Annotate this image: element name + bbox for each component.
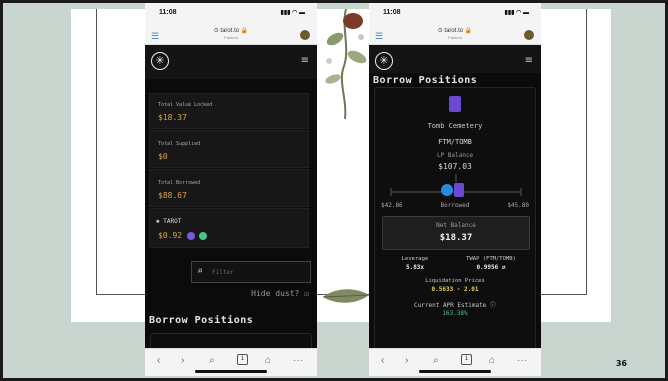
filter-placeholder: Filter — [212, 269, 234, 276]
slide-number: 36 — [615, 359, 627, 368]
filter-input[interactable]: ⌕ Filter — [191, 261, 311, 283]
status-time: 11:08 — [159, 9, 177, 16]
leverage-value: 5.83x — [405, 264, 425, 271]
phone-screenshot-borrow-position: 11:08 ▮▮▮ ◠ ▬ ☰ ⊙ tarot.to 🔒 Fantom ✳ ≡ … — [369, 3, 541, 376]
chart-link-icon[interactable] — [199, 232, 207, 240]
search-icon: ⌕ — [197, 266, 204, 277]
tarot-logo-icon[interactable]: ✳ — [375, 52, 393, 70]
dashboard-content: Total Value Locked $18.37 Total Supplied… — [145, 79, 317, 353]
tarot-price: $0.92 — [158, 231, 183, 240]
liquidation-prices-value: 0.5633 - 2.01 — [431, 286, 479, 293]
forward-icon[interactable]: › — [181, 355, 184, 366]
site-favicon-icon — [524, 30, 534, 40]
twap-value[interactable]: 0.9956 ⇄ — [451, 264, 531, 271]
url-domain[interactable]: ⊙ tarot.to 🔒 — [145, 27, 317, 34]
tomb-token-icon — [449, 96, 461, 112]
wallet-add-token-icon[interactable] — [187, 232, 195, 240]
forward-icon[interactable]: › — [405, 355, 408, 366]
pool-name: Tomb Cemetery — [427, 122, 483, 130]
status-bar: 11:08 ▮▮▮ ◠ ▬ — [369, 3, 541, 25]
home-icon[interactable]: ⌂ — [489, 355, 495, 366]
url-domain[interactable]: ⊙ tarot.to 🔒 — [369, 27, 541, 34]
browser-url-bar[interactable]: ☰ ⊙ tarot.to 🔒 Fantom — [145, 25, 317, 45]
home-indicator — [195, 370, 267, 373]
stat-label: Total Borrowed — [158, 180, 201, 186]
hamburger-menu-icon[interactable]: ≡ — [301, 55, 309, 66]
browser-url-bar[interactable]: ☰ ⊙ tarot.to 🔒 Fantom — [369, 25, 541, 45]
tarot-token-icon: ✺ — [156, 218, 160, 225]
hamburger-menu-icon[interactable]: ≡ — [525, 55, 533, 66]
back-icon[interactable]: ‹ — [381, 355, 384, 366]
borrow-positions-content: Borrow Positions Tomb Cemetery FTM/TOMB … — [369, 73, 541, 367]
status-icons: ▮▮▮ ◠ ▬ — [504, 10, 529, 16]
ftm-token-icon — [441, 184, 453, 196]
liquidation-prices-label: Liquidation Prices — [425, 278, 485, 284]
leaf-decoration — [322, 289, 370, 303]
borrow-position-card[interactable]: Tomb Cemetery FTM/TOMB LP Balance $107.0… — [374, 87, 536, 367]
pool-pair: FTM/TOMB — [438, 138, 472, 146]
apr-value: 163.38% — [442, 310, 468, 317]
tarot-token-label: TAROT — [163, 218, 182, 225]
tabs-button[interactable]: 1 — [461, 354, 472, 365]
hide-dust-toggle[interactable]: Hide dust? ☑ — [251, 289, 309, 298]
lp-balance-label: LP Balance — [436, 152, 474, 159]
borrowed-row: $42.86 Borrowed $45.80 — [381, 202, 529, 209]
search-icon[interactable]: ⌕ — [209, 355, 215, 366]
url-subtitle: Fantom — [448, 35, 462, 40]
apr-label: Current APR Estimate — [414, 302, 487, 309]
net-balance-label: Net Balance — [436, 222, 476, 229]
borrowed-tomb-value: $45.80 — [507, 202, 529, 209]
tarot-logo-icon[interactable]: ✳ — [151, 52, 169, 70]
browser-toolbar: ‹ › ⌕ 1 ⌂ ··· — [369, 348, 541, 376]
search-icon[interactable]: ⌕ — [433, 355, 439, 366]
site-favicon-icon — [300, 30, 310, 40]
home-indicator — [419, 370, 491, 373]
back-icon[interactable]: ‹ — [157, 355, 160, 366]
borrow-positions-title: Borrow Positions — [373, 75, 478, 86]
url-subtitle: Fantom — [224, 35, 238, 40]
status-bar: 11:08 ▮▮▮ ◠ ▬ — [145, 3, 317, 25]
status-icons: ▮▮▮ ◠ ▬ — [280, 10, 305, 16]
stat-value: $18.37 — [158, 113, 187, 122]
botanical-decoration — [325, 9, 367, 119]
borrow-positions-title: Borrow Positions — [149, 315, 254, 326]
stat-label: Total Supplied — [158, 141, 201, 147]
app-header: ✳ ≡ — [145, 45, 317, 79]
stat-label: Total Value Locked — [158, 102, 213, 108]
status-time: 11:08 — [383, 9, 401, 16]
phone-screenshot-dashboard: 11:08 ▮▮▮ ◠ ▬ ☰ ⊙ tarot.to 🔒 Fantom ✳ ≡ … — [145, 3, 317, 376]
browser-toolbar: ‹ › ⌕ 1 ⌂ ··· — [145, 348, 317, 376]
twap-label: TWAP (FTM/TOMB) — [466, 256, 516, 262]
info-icon[interactable]: ⓘ — [490, 302, 496, 309]
tabs-button[interactable]: 1 — [237, 354, 248, 365]
lp-balance-value: $107.03 — [438, 162, 472, 171]
checkbox-icon[interactable]: ☑ — [304, 289, 309, 298]
apr-estimate-row: Current APR Estimate ⓘ — [375, 300, 535, 309]
hide-dust-label: Hide dust? — [251, 289, 300, 298]
stat-card-borrowed: Total Borrowed $88.67 — [149, 169, 309, 207]
stat-card-supplied: Total Supplied $0 — [149, 130, 309, 168]
net-balance-box: Net Balance $18.37 — [382, 216, 530, 250]
more-icon[interactable]: ··· — [293, 355, 303, 366]
more-icon[interactable]: ··· — [517, 355, 527, 366]
home-icon[interactable]: ⌂ — [265, 355, 271, 366]
leverage-label: Leverage — [401, 256, 429, 262]
stat-value: $88.67 — [158, 191, 187, 200]
stat-card-tarot: ✺ TAROT $0.92 — [149, 208, 309, 248]
tomb-token-icon — [454, 183, 464, 197]
slide: 36 — [0, 0, 668, 381]
net-balance-value: $18.37 — [439, 233, 473, 243]
stat-card-tvl: Total Value Locked $18.37 — [149, 93, 309, 129]
stat-value: $0 — [158, 152, 168, 161]
tarot-label: ✺ TAROT — [156, 218, 181, 225]
